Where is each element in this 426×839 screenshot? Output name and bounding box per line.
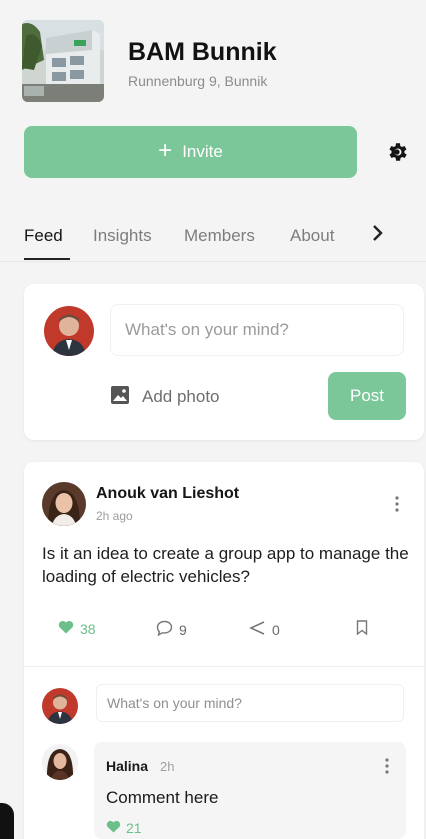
author-name[interactable]: Anouk van Lieshot [96,485,239,503]
share-button[interactable]: 0 [248,620,280,639]
comment-bubble: Halina 2h Comment here 21 [94,742,406,839]
comment-count: 9 [179,621,187,638]
author-avatar[interactable] [42,482,86,526]
tab-about[interactable]: About [290,226,334,246]
tab-bar: Feed Insights Members About [0,214,426,262]
post-body: Is it an idea to create a group app to m… [42,544,409,586]
post-timestamp: 2h ago [96,509,133,523]
commenter-avatar[interactable] [42,744,78,780]
like-count: 38 [80,620,96,637]
chevron-right-icon[interactable] [372,224,384,248]
comment-timestamp: 2h [160,759,175,774]
avatar [44,306,94,356]
add-photo-label: Add photo [142,387,220,406]
group-name: BAM Bunnik [128,38,277,66]
comment-body: Comment here [106,788,219,807]
comment-like-count: 21 [126,820,142,836]
add-photo-button[interactable]: Add photo [110,382,220,412]
plus-icon: + [158,137,173,164]
active-tab-indicator [24,258,70,260]
heart-icon [106,820,121,836]
share-icon [248,620,266,639]
avatar [42,688,78,724]
image-icon [110,385,130,410]
bookmark-button[interactable] [356,620,368,638]
divider [24,666,424,667]
tab-feed[interactable]: Feed [24,226,63,246]
post-actions: 38 9 0 [42,618,408,642]
like-button[interactable]: 38 [58,620,96,637]
gear-icon[interactable] [385,140,409,164]
comment-icon [156,620,173,639]
bookmark-icon [356,620,368,638]
comment-more-options-icon[interactable] [380,756,394,776]
heart-icon [58,620,74,637]
post-input[interactable] [110,304,404,356]
post-card: Anouk van Lieshot 2h ago Is it an idea t… [24,462,424,839]
invite-button[interactable]: + Invite [24,126,357,178]
share-count: 0 [272,621,280,638]
composer-card: Add photo Post [24,284,424,440]
comment-author[interactable]: Halina [106,758,148,774]
device-corner [0,803,14,839]
tab-members[interactable]: Members [184,226,255,246]
more-options-icon[interactable] [390,494,404,514]
comment-button[interactable]: 9 [156,620,187,639]
invite-label: Invite [182,142,223,161]
group-screen: BAM Bunnik Runnenburg 9, Bunnik + Invite… [0,0,426,839]
group-header: BAM Bunnik Runnenburg 9, Bunnik [22,20,412,104]
comment-like-button[interactable]: 21 [106,820,142,836]
reply-input[interactable] [96,684,404,722]
group-photo [22,20,104,102]
group-address: Runnenburg 9, Bunnik [128,73,268,89]
tab-insights[interactable]: Insights [93,226,152,246]
post-button[interactable]: Post [328,372,406,420]
